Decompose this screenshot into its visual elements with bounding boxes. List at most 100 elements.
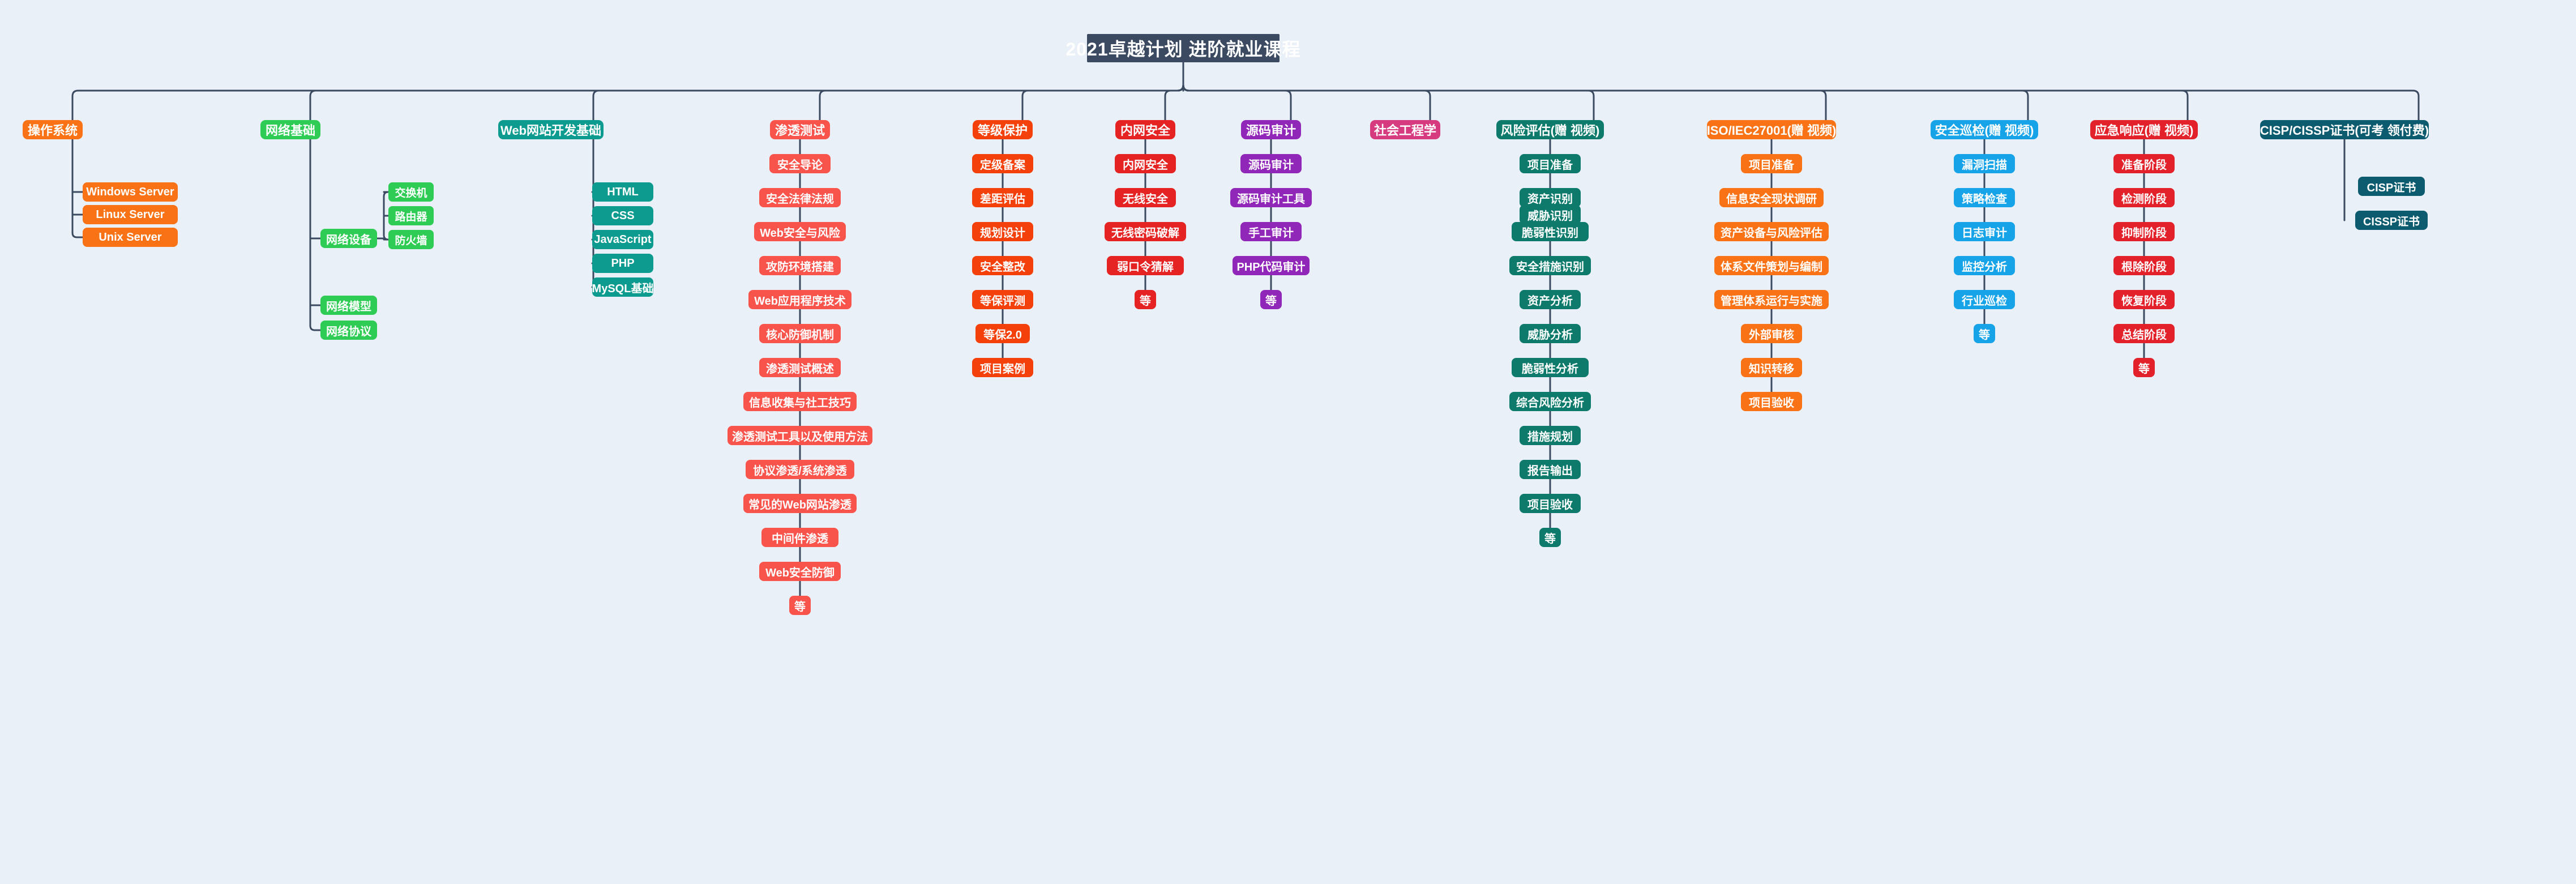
child-node-pentest-7[interactable]: 信息收集与社工技巧: [743, 392, 857, 411]
child-node-risk-7[interactable]: 脆弱性分析: [1512, 358, 1589, 377]
child-node-iso27001-3[interactable]: 体系文件策划与编制: [1714, 256, 1829, 275]
grandchild-node-network-0-0[interactable]: 交换机: [388, 182, 434, 202]
child-node-risk-6[interactable]: 威胁分析: [1520, 324, 1581, 343]
child-node-inspection-2[interactable]: 日志审计: [1954, 222, 2015, 241]
child-node-code-audit-1[interactable]: 源码审计工具: [1230, 188, 1312, 207]
child-node-pentest-8[interactable]: 渗透测试工具以及使用方法: [728, 426, 872, 445]
child-node-pentest-13[interactable]: 等: [789, 596, 811, 615]
child-node-pentest-2[interactable]: Web安全与风险: [754, 222, 846, 241]
child-node-risk-9[interactable]: 措施规划: [1520, 426, 1581, 445]
child-node-pentest-1[interactable]: 安全法律法规: [759, 188, 841, 207]
child-node-web-0[interactable]: HTML: [592, 182, 653, 202]
child-node-risk-1[interactable]: 资产识别: [1520, 188, 1581, 207]
child-node-intranet-2[interactable]: 无线密码破解: [1105, 222, 1186, 241]
branch-node-iso27001[interactable]: ISO/IEC27001(赠 视频): [1707, 120, 1836, 139]
child-node-grade-4[interactable]: 等保评测: [972, 290, 1033, 309]
node-label: 根除阶段: [2121, 260, 2167, 274]
child-node-emergency-6[interactable]: 等: [2133, 358, 2155, 377]
branch-node-pentest[interactable]: 渗透测试: [770, 120, 830, 139]
child-node-risk-2[interactable]: 威胁识别: [1520, 205, 1581, 224]
node-label: 安全措施识别: [1516, 260, 1584, 274]
child-node-cisp-0[interactable]: CISP证书: [2358, 177, 2425, 196]
child-node-iso27001-0[interactable]: 项目准备: [1741, 154, 1802, 173]
branch-node-grade[interactable]: 等级保护: [973, 120, 1033, 139]
grandchild-node-network-0-2[interactable]: 防火墙: [388, 230, 434, 249]
branch-node-os[interactable]: 操作系统: [23, 120, 83, 139]
child-node-network-2[interactable]: 网络协议: [320, 321, 377, 340]
child-node-iso27001-2[interactable]: 资产设备与风险评估: [1714, 222, 1829, 241]
child-node-pentest-5[interactable]: 核心防御机制: [759, 324, 841, 343]
child-node-inspection-0[interactable]: 漏洞扫描: [1954, 154, 2015, 173]
child-node-emergency-3[interactable]: 根除阶段: [2113, 256, 2175, 275]
child-node-grade-2[interactable]: 规划设计: [972, 222, 1033, 241]
child-node-pentest-12[interactable]: Web安全防御: [759, 562, 841, 581]
branch-node-cisp[interactable]: CISP/CISSP证书(可考 领付费): [2260, 120, 2429, 139]
child-node-pentest-3[interactable]: 攻防环境搭建: [759, 256, 841, 275]
child-node-emergency-5[interactable]: 总结阶段: [2113, 324, 2175, 343]
branch-node-emergency[interactable]: 应急响应(赠 视频): [2090, 120, 2198, 139]
child-node-iso27001-1[interactable]: 信息安全现状调研: [1719, 188, 1824, 207]
child-node-risk-10[interactable]: 报告输出: [1520, 460, 1581, 479]
child-node-emergency-0[interactable]: 准备阶段: [2113, 154, 2175, 173]
branch-node-inspection[interactable]: 安全巡检(赠 视频): [1931, 120, 2038, 139]
child-node-risk-3[interactable]: 脆弱性识别: [1512, 222, 1589, 241]
child-node-pentest-9[interactable]: 协议渗透/系统渗透: [746, 460, 854, 479]
child-node-pentest-10[interactable]: 常见的Web网站渗透: [743, 494, 857, 513]
root-node[interactable]: 2021卓越计划 进阶就业课程: [1066, 34, 1300, 62]
child-node-grade-0[interactable]: 定级备案: [972, 154, 1033, 173]
child-node-iso27001-5[interactable]: 外部审核: [1741, 324, 1802, 343]
child-node-web-2[interactable]: JavaScript: [592, 230, 653, 249]
child-node-code-audit-2[interactable]: 手工审计: [1240, 222, 1302, 241]
child-node-risk-4[interactable]: 安全措施识别: [1509, 256, 1591, 275]
child-node-pentest-0[interactable]: 安全导论: [769, 154, 831, 173]
child-node-cisp-1[interactable]: CISSP证书: [2355, 211, 2428, 230]
child-node-iso27001-6[interactable]: 知识转移: [1741, 358, 1802, 377]
branch-node-risk[interactable]: 风险评估(赠 视频): [1496, 120, 1604, 139]
child-node-code-audit-3[interactable]: PHP代码审计: [1233, 256, 1310, 275]
child-node-inspection-5[interactable]: 等: [1974, 324, 1995, 343]
child-node-emergency-2[interactable]: 抑制阶段: [2113, 222, 2175, 241]
child-node-iso27001-7[interactable]: 项目验收: [1741, 392, 1802, 411]
child-node-risk-0[interactable]: 项目准备: [1520, 154, 1581, 173]
child-node-pentest-6[interactable]: 渗透测试概述: [759, 358, 841, 377]
branch-node-web[interactable]: Web网站开发基础: [498, 120, 604, 139]
child-node-grade-3[interactable]: 安全整改: [972, 256, 1033, 275]
child-node-os-2[interactable]: Unix Server: [83, 228, 178, 247]
child-node-pentest-11[interactable]: 中间件渗透: [761, 528, 838, 547]
node-label: 资产设备与风险评估: [1721, 227, 1822, 240]
child-node-iso27001-4[interactable]: 管理体系运行与实施: [1714, 290, 1829, 309]
child-node-inspection-1[interactable]: 策略检查: [1954, 188, 2015, 207]
branch-node-code-audit[interactable]: 源码审计: [1241, 120, 1301, 139]
node-label: 脆弱性分析: [1522, 362, 1578, 375]
child-node-intranet-3[interactable]: 弱口令猜解: [1107, 256, 1184, 275]
child-node-network-0[interactable]: 网络设备: [320, 229, 377, 248]
child-node-inspection-3[interactable]: 监控分析: [1954, 256, 2015, 275]
child-node-grade-1[interactable]: 差距评估: [972, 188, 1033, 207]
child-node-web-4[interactable]: MySQL基础: [592, 277, 653, 297]
grandchild-node-network-0-1[interactable]: 路由器: [388, 206, 434, 225]
child-node-grade-5[interactable]: 等保2.0: [975, 324, 1030, 343]
child-node-os-0[interactable]: Windows Server: [83, 182, 178, 202]
child-node-risk-11[interactable]: 项目验收: [1520, 494, 1581, 513]
branch-node-intranet[interactable]: 内网安全: [1115, 120, 1175, 139]
child-node-risk-12[interactable]: 等: [1539, 528, 1561, 547]
child-node-risk-5[interactable]: 资产分析: [1520, 290, 1581, 309]
child-node-code-audit-4[interactable]: 等: [1260, 290, 1282, 309]
child-node-emergency-1[interactable]: 检测阶段: [2113, 188, 2175, 207]
child-node-risk-8[interactable]: 综合风险分析: [1509, 392, 1591, 411]
child-node-inspection-4[interactable]: 行业巡检: [1954, 290, 2015, 309]
child-node-web-1[interactable]: CSS: [592, 206, 653, 225]
branch-node-social[interactable]: 社会工程学: [1370, 120, 1440, 139]
child-node-network-1[interactable]: 网络模型: [320, 296, 377, 315]
child-node-emergency-4[interactable]: 恢复阶段: [2113, 290, 2175, 309]
child-node-web-3[interactable]: PHP: [592, 254, 653, 273]
child-node-pentest-4[interactable]: Web应用程序技术: [748, 290, 851, 309]
child-node-intranet-4[interactable]: 等: [1135, 290, 1156, 309]
child-node-intranet-1[interactable]: 无线安全: [1115, 188, 1176, 207]
node-label: 资产分析: [1527, 294, 1573, 308]
child-node-grade-6[interactable]: 项目案例: [972, 358, 1033, 377]
child-node-code-audit-0[interactable]: 源码审计: [1240, 154, 1302, 173]
child-node-intranet-0[interactable]: 内网安全: [1115, 154, 1176, 173]
child-node-os-1[interactable]: Linux Server: [83, 205, 178, 224]
branch-node-network[interactable]: 网络基础: [260, 120, 320, 139]
